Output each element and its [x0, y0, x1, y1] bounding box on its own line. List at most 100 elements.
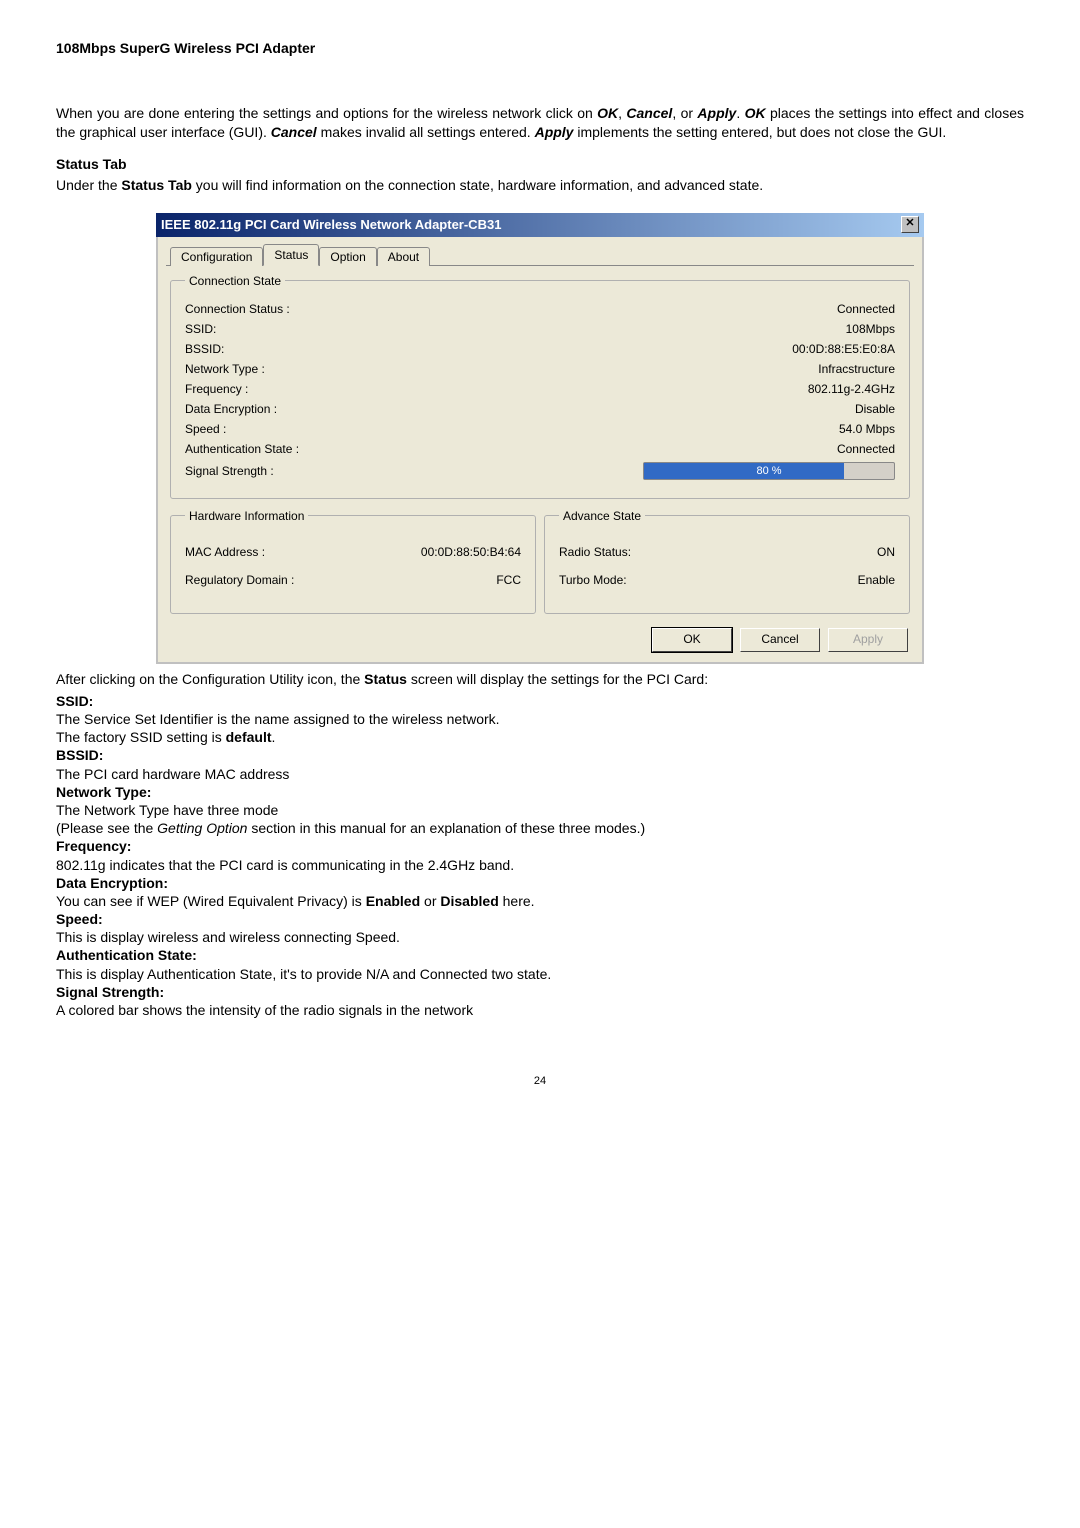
- value: 802.11g-2.4GHz: [808, 382, 895, 396]
- signal-strength-line: A colored bar shows the intensity of the…: [56, 1002, 473, 1018]
- text: implements the setting entered, but does…: [573, 124, 946, 140]
- signal-strength-heading: Signal Strength:: [56, 984, 164, 1000]
- after-dialog-text: After clicking on the Configuration Util…: [56, 670, 1024, 688]
- frequency-line: 802.11g indicates that the PCI card is c…: [56, 857, 514, 873]
- ssid-line1: The Service Set Identifier is the name a…: [56, 711, 500, 727]
- close-icon[interactable]: ✕: [901, 216, 919, 233]
- auth-state-line: This is display Authentication State, it…: [56, 966, 551, 982]
- text: makes invalid all settings entered.: [317, 124, 535, 140]
- row-frequency: Frequency :802.11g-2.4GHz: [185, 382, 895, 396]
- kw-apply: Apply: [697, 105, 736, 121]
- cancel-button[interactable]: Cancel: [740, 628, 820, 652]
- label: Authentication State :: [185, 442, 837, 456]
- intro-paragraph: When you are done entering the settings …: [56, 104, 1024, 142]
- text: (Please see the: [56, 820, 157, 836]
- page-title: 108Mbps SuperG Wireless PCI Adapter: [56, 40, 1024, 56]
- label: Data Encryption :: [185, 402, 855, 416]
- text: you will find information on the connect…: [192, 177, 763, 193]
- label: Speed :: [185, 422, 839, 436]
- label: Network Type :: [185, 362, 818, 376]
- kw-getting-option: Getting Option: [157, 820, 247, 836]
- advance-state-group: Advance State Radio Status: ON Turbo Mod…: [544, 509, 910, 614]
- label: Turbo Mode:: [559, 573, 627, 587]
- speed-line: This is display wireless and wireless co…: [56, 929, 400, 945]
- network-type-line1: The Network Type have three mode: [56, 802, 278, 818]
- kw-ok: OK: [745, 105, 766, 121]
- label: BSSID:: [185, 342, 792, 356]
- row-speed: Speed :54.0 Mbps: [185, 422, 895, 436]
- label: Frequency :: [185, 382, 808, 396]
- text: .: [272, 729, 276, 745]
- status-tab-paragraph: Under the Status Tab you will find infor…: [56, 176, 1024, 195]
- value: Connected: [837, 302, 895, 316]
- speed-heading: Speed:: [56, 911, 103, 927]
- value: ON: [877, 545, 895, 559]
- kw-ok: OK: [597, 105, 618, 121]
- signal-progress: 80 %: [643, 462, 895, 480]
- kw-apply: Apply: [535, 124, 574, 140]
- value: Disable: [855, 402, 895, 416]
- kw-status-tab: Status Tab: [121, 177, 192, 193]
- dialog-body: Configuration Status Option About Connec…: [156, 237, 924, 664]
- kw-cancel: Cancel: [271, 124, 317, 140]
- text: screen will display the settings for the…: [407, 671, 708, 687]
- text: When you are done entering the settings …: [56, 105, 597, 121]
- row-ssid: SSID:108Mbps: [185, 322, 895, 336]
- connection-state-group: Connection State Connection Status :Conn…: [170, 274, 910, 499]
- connection-state-legend: Connection State: [185, 274, 285, 288]
- text: section in this manual for an explanatio…: [247, 820, 645, 836]
- row-bssid: BSSID:00:0D:88:E5:E0:8A: [185, 342, 895, 356]
- bssid-line: The PCI card hardware MAC address: [56, 766, 289, 782]
- frequency-heading: Frequency:: [56, 838, 131, 854]
- dialog-button-row: OK Cancel Apply: [166, 628, 914, 652]
- row-regulatory-domain: Regulatory Domain : FCC: [185, 573, 521, 587]
- label: MAC Address :: [185, 545, 265, 559]
- advance-legend: Advance State: [559, 509, 645, 523]
- ssid-line2: The factory SSID setting is default.: [56, 729, 275, 745]
- text: .: [736, 105, 744, 121]
- value: 00:0D:88:E5:E0:8A: [792, 342, 895, 356]
- data-encryption-heading: Data Encryption:: [56, 875, 168, 891]
- text: or: [420, 893, 440, 909]
- apply-button[interactable]: Apply: [828, 628, 908, 652]
- text: , or: [672, 105, 697, 121]
- hardware-info-group: Hardware Information MAC Address : 00:0D…: [170, 509, 536, 614]
- value: 00:0D:88:50:B4:64: [421, 545, 521, 559]
- window-title: IEEE 802.11g PCI Card Wireless Network A…: [161, 217, 501, 232]
- kw-disabled: Disabled: [440, 893, 498, 909]
- kw-default: default: [226, 729, 272, 745]
- label: Connection Status :: [185, 302, 837, 316]
- tab-about[interactable]: About: [377, 247, 430, 266]
- ok-button[interactable]: OK: [652, 628, 732, 652]
- text: After clicking on the Configuration Util…: [56, 671, 364, 687]
- tab-configuration[interactable]: Configuration: [170, 247, 263, 266]
- kw-enabled: Enabled: [366, 893, 420, 909]
- value: Connected: [837, 442, 895, 456]
- bssid-heading: BSSID:: [56, 747, 103, 763]
- title-bar: IEEE 802.11g PCI Card Wireless Network A…: [156, 213, 924, 237]
- definitions: SSID: The Service Set Identifier is the …: [56, 692, 1024, 1019]
- tab-status[interactable]: Status: [263, 244, 319, 266]
- value: Infracstructure: [818, 362, 895, 376]
- row-network-type: Network Type :Infracstructure: [185, 362, 895, 376]
- kw-cancel: Cancel: [626, 105, 672, 121]
- label: Signal Strength :: [185, 464, 643, 478]
- hardware-legend: Hardware Information: [185, 509, 308, 523]
- auth-state-heading: Authentication State:: [56, 947, 197, 963]
- value: 108Mbps: [846, 322, 895, 336]
- row-auth-state: Authentication State :Connected: [185, 442, 895, 456]
- text: You can see if WEP (Wired Equivalent Pri…: [56, 893, 366, 909]
- row-connection-status: Connection Status :Connected: [185, 302, 895, 316]
- row-turbo-mode: Turbo Mode: Enable: [559, 573, 895, 587]
- tab-strip: Configuration Status Option About: [166, 243, 914, 266]
- label: Regulatory Domain :: [185, 573, 294, 587]
- row-signal-strength: Signal Strength : 80 %: [185, 462, 895, 480]
- value: FCC: [496, 573, 521, 587]
- row-radio-status: Radio Status: ON: [559, 545, 895, 559]
- network-type-heading: Network Type:: [56, 784, 151, 800]
- text: here.: [499, 893, 535, 909]
- status-dialog: IEEE 802.11g PCI Card Wireless Network A…: [156, 213, 924, 664]
- text: Under the: [56, 177, 121, 193]
- tab-option[interactable]: Option: [319, 247, 376, 266]
- row-data-encryption: Data Encryption :Disable: [185, 402, 895, 416]
